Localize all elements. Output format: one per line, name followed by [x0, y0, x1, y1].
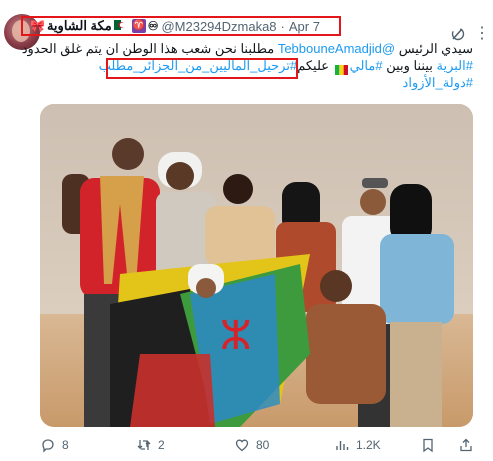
repost-icon: [137, 440, 151, 450]
text-segment: مطلبنا نحن شعب هذا الوطن ان يتم غلق الحد…: [21, 41, 278, 56]
infinity-icon: ♾: [147, 19, 159, 33]
views-button[interactable]: 1.2K: [334, 434, 381, 456]
bookmark-button[interactable]: [420, 434, 442, 456]
mention-link[interactable]: @TebbouneAmadjid: [278, 41, 395, 56]
hashtag-highlight-box: [106, 58, 298, 79]
algeria-flag-icon: [113, 19, 128, 33]
reply-icon: [42, 439, 54, 453]
yaz-symbol: ⵣ: [220, 313, 252, 359]
tweet-date[interactable]: Apr 7: [289, 19, 320, 34]
tweet-photo[interactable]: ⵣ: [40, 104, 473, 427]
text-segment: عليكم: [297, 58, 333, 73]
like-icon: [235, 439, 249, 452]
mali-flag-icon: [334, 62, 348, 75]
more-icon[interactable]: ⋮: [474, 24, 490, 44]
hashtag-link[interactable]: #دولة_الأزواد: [403, 75, 473, 90]
like-button[interactable]: 80: [234, 434, 269, 456]
reply-count: 8: [62, 438, 69, 452]
tweet-line-1: سيدي الرئيس @TebbouneAmadjid مطلبنا نحن …: [22, 40, 473, 57]
views-icon: [336, 441, 349, 450]
repost-button[interactable]: 2: [136, 434, 165, 456]
text-segment: سيدي الرئيس: [395, 41, 473, 56]
tweet[interactable]: 🎀 مكة الشاوية ♈ ♾ @M23294Dzmaka8 · Apr 7…: [0, 0, 493, 461]
text-segment: بيننا وبين: [382, 58, 437, 73]
share-icon: [460, 438, 472, 452]
hashtag-link[interactable]: #البرية: [437, 58, 474, 73]
reply-button[interactable]: 8: [40, 434, 69, 456]
bookmark-icon: [423, 438, 433, 453]
separator-dot: ·: [280, 18, 285, 34]
share-button[interactable]: [458, 434, 480, 456]
like-count: 80: [256, 438, 270, 452]
ribbon-icon: 🎀: [30, 19, 45, 33]
display-name[interactable]: مكة الشاوية: [47, 18, 112, 34]
hashtag-link[interactable]: #مالي: [350, 58, 383, 73]
handle[interactable]: @M23294Dzmaka8: [161, 19, 276, 34]
repost-count: 2: [158, 438, 165, 452]
aries-icon: ♈: [131, 19, 146, 33]
tweet-actions: 8 2 80 1.2K: [40, 434, 490, 456]
view-count: 1.2K: [356, 438, 381, 452]
tweet-header: 🎀 مكة الشاوية ♈ ♾ @M23294Dzmaka8 · Apr 7: [28, 16, 340, 36]
